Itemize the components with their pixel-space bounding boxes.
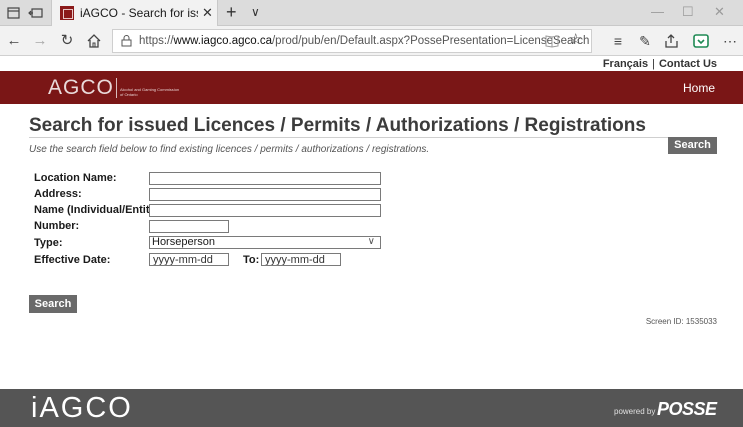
minimize-icon[interactable]: — [651, 4, 664, 20]
tab-title: iAGCO - Search for issu [80, 6, 198, 20]
close-tab-icon[interactable]: ✕ [202, 5, 213, 21]
browser-address-bar: ← → ↻ https://www.iagco.agco.ca/prod/pub… [0, 26, 743, 56]
location-name-label: Location Name: [34, 172, 117, 184]
tab-preview-chevron-icon[interactable]: ∨ [251, 4, 260, 20]
reading-view-icon[interactable] [545, 34, 559, 48]
new-tab-button[interactable]: + [226, 3, 237, 21]
pocket-extension-icon[interactable] [692, 32, 710, 50]
type-select[interactable]: Horseperson ∨ [149, 236, 381, 249]
location-name-input[interactable] [149, 172, 381, 185]
header-banner: AGCO Alcohol and Gaming Commission of On… [0, 71, 743, 104]
home-link[interactable]: Home [683, 81, 715, 95]
favorite-star-icon[interactable]: ☆ [569, 31, 582, 49]
posse-logo[interactable]: POSSE [657, 399, 717, 420]
name-input[interactable] [149, 204, 381, 217]
footer: iAGCO powered by POSSE [0, 389, 743, 427]
tab-actions-icon[interactable] [6, 5, 22, 21]
browser-tab-active[interactable]: iAGCO - Search for issu ✕ [51, 0, 218, 26]
maximize-icon[interactable]: ☐ [682, 4, 694, 20]
title-divider [29, 137, 717, 138]
iagco-footer-logo: iAGCO [31, 392, 133, 424]
back-icon[interactable]: ← [5, 32, 23, 50]
name-label: Name (Individual/Entity): [34, 204, 163, 216]
number-label: Number: [34, 220, 80, 232]
agco-logo[interactable]: AGCO [48, 76, 114, 100]
contact-us-link[interactable]: Contact Us [659, 58, 717, 70]
url-text[interactable]: https://www.iagco.agco.ca/prod/pub/en/De… [139, 35, 589, 47]
web-note-pen-icon[interactable]: ✎ [636, 32, 654, 50]
home-icon[interactable] [85, 32, 103, 50]
chevron-down-icon: ∨ [367, 236, 375, 247]
to-label: To: [243, 254, 260, 266]
search-button-bottom[interactable]: Search [29, 295, 77, 313]
effective-date-to-input[interactable] [261, 253, 341, 266]
set-tabs-aside-icon[interactable] [28, 5, 44, 21]
utility-links: Français | Contact Us [602, 58, 717, 70]
search-button-top[interactable]: Search [668, 137, 717, 154]
effective-date-label: Effective Date: [34, 254, 111, 266]
favorites-hub-icon[interactable]: ≡ [609, 32, 627, 50]
address-label: Address: [34, 188, 82, 200]
browser-tab-bar: iAGCO - Search for issu ✕ + ∨ — ☐ ✕ [0, 0, 743, 26]
close-window-icon[interactable]: ✕ [714, 4, 725, 20]
search-instructions: Use the search field below to find exist… [29, 144, 430, 155]
lock-icon [121, 35, 132, 47]
logo-divider [116, 78, 117, 98]
logo-subtext: Alcohol and Gaming Commission of Ontario [120, 87, 180, 97]
more-options-icon[interactable]: ⋯ [721, 32, 739, 50]
page-title: Search for issued Licences / Permits / A… [29, 115, 646, 136]
type-label: Type: [34, 237, 63, 249]
refresh-icon[interactable]: ↻ [58, 32, 76, 50]
share-icon[interactable] [663, 32, 681, 50]
screen-id: Screen ID: 1535033 [645, 317, 717, 326]
francais-link[interactable]: Français [603, 58, 648, 70]
address-input[interactable] [149, 188, 381, 201]
number-input[interactable] [149, 220, 229, 233]
forward-icon[interactable]: → [31, 32, 49, 50]
url-field[interactable]: https://www.iagco.agco.ca/prod/pub/en/De… [112, 29, 592, 53]
agco-favicon-icon [60, 6, 74, 20]
powered-by-text: powered by [614, 407, 656, 416]
effective-date-from-input[interactable] [149, 253, 229, 266]
type-select-value: Horseperson [152, 236, 215, 248]
